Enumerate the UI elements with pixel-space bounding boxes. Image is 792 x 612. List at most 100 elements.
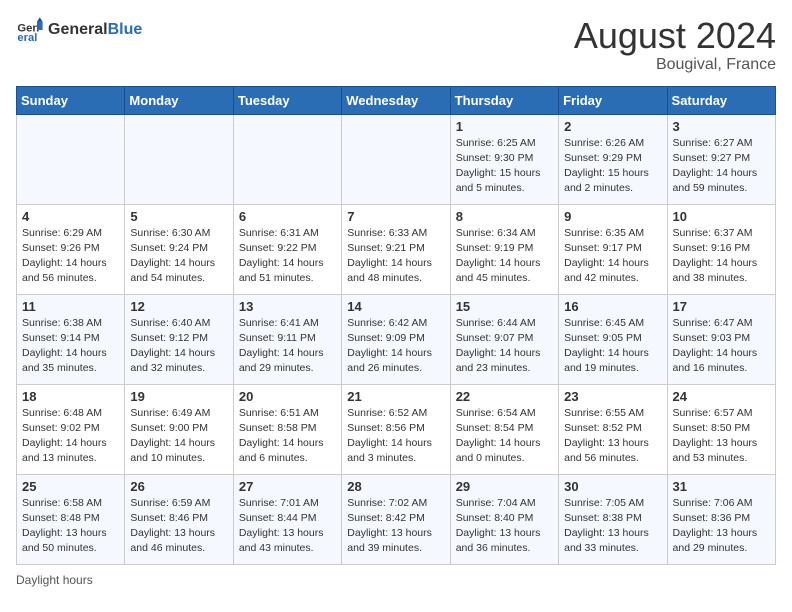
day-number: 4	[22, 209, 119, 224]
header-tuesday: Tuesday	[233, 86, 341, 114]
header-friday: Friday	[559, 86, 667, 114]
day-number: 21	[347, 389, 444, 404]
day-number: 14	[347, 299, 444, 314]
footer-note: Daylight hours	[16, 573, 776, 587]
day-number: 12	[130, 299, 227, 314]
calendar-cell: 21 Sunrise: 6:52 AM Sunset: 8:56 PM Dayli…	[342, 384, 450, 474]
day-number: 13	[239, 299, 336, 314]
logo-general: General	[48, 21, 108, 38]
day-info: Sunrise: 6:54 AM Sunset: 8:54 PM Dayligh…	[456, 406, 553, 467]
calendar-cell: 2 Sunrise: 6:26 AM Sunset: 9:29 PM Daylig…	[559, 114, 667, 204]
day-info: Sunrise: 6:40 AM Sunset: 9:12 PM Dayligh…	[130, 316, 227, 377]
day-info: Sunrise: 6:49 AM Sunset: 9:00 PM Dayligh…	[130, 406, 227, 467]
day-info: Sunrise: 6:27 AM Sunset: 9:27 PM Dayligh…	[673, 136, 770, 197]
day-info: Sunrise: 6:45 AM Sunset: 9:05 PM Dayligh…	[564, 316, 661, 377]
logo-blue: Blue	[108, 21, 143, 38]
day-number: 5	[130, 209, 227, 224]
header-wednesday: Wednesday	[342, 86, 450, 114]
calendar-cell: 29 Sunrise: 7:04 AM Sunset: 8:40 PM Dayli…	[450, 474, 558, 564]
title-area: August 2024 Bougival, France	[574, 16, 776, 74]
day-info: Sunrise: 6:35 AM Sunset: 9:17 PM Dayligh…	[564, 226, 661, 287]
day-number: 20	[239, 389, 336, 404]
day-info: Sunrise: 6:29 AM Sunset: 9:26 PM Dayligh…	[22, 226, 119, 287]
calendar-cell	[17, 114, 125, 204]
calendar-cell: 7Sunrise: 6:33 AM Sunset: 9:21 PM Daylig…	[342, 204, 450, 294]
day-info: Sunrise: 6:59 AM Sunset: 8:46 PM Dayligh…	[130, 496, 227, 557]
day-info: Sunrise: 6:44 AM Sunset: 9:07 PM Dayligh…	[456, 316, 553, 377]
logo: Gen eral GeneralBlue	[16, 16, 142, 44]
day-number: 18	[22, 389, 119, 404]
calendar-cell: 12 Sunrise: 6:40 AM Sunset: 9:12 PM Dayli…	[125, 294, 233, 384]
day-info: Sunrise: 6:25 AM Sunset: 9:30 PM Dayligh…	[456, 136, 553, 197]
calendar-cell: 31 Sunrise: 7:06 AM Sunset: 8:36 PM Dayli…	[667, 474, 775, 564]
header-saturday: Saturday	[667, 86, 775, 114]
day-info: Sunrise: 6:38 AM Sunset: 9:14 PM Dayligh…	[22, 316, 119, 377]
calendar-cell: 14 Sunrise: 6:42 AM Sunset: 9:09 PM Dayli…	[342, 294, 450, 384]
daylight-label: Daylight hours	[16, 573, 93, 587]
day-info: Sunrise: 6:26 AM Sunset: 9:29 PM Dayligh…	[564, 136, 661, 197]
day-number: 6	[239, 209, 336, 224]
calendar-cell: 16 Sunrise: 6:45 AM Sunset: 9:05 PM Dayli…	[559, 294, 667, 384]
day-info: Sunrise: 6:37 AM Sunset: 9:16 PM Dayligh…	[673, 226, 770, 287]
calendar-cell: 13 Sunrise: 6:41 AM Sunset: 9:11 PM Dayli…	[233, 294, 341, 384]
subtitle: Bougival, France	[574, 56, 776, 74]
day-info: Sunrise: 6:48 AM Sunset: 9:02 PM Dayligh…	[22, 406, 119, 467]
calendar-cell: 10 Sunrise: 6:37 AM Sunset: 9:16 PM Dayli…	[667, 204, 775, 294]
day-number: 11	[22, 299, 119, 314]
day-info: Sunrise: 6:30 AM Sunset: 9:24 PM Dayligh…	[130, 226, 227, 287]
logo-icon: Gen eral	[16, 16, 44, 44]
calendar-cell: 17Sunrise: 6:47 AM Sunset: 9:03 PM Dayli…	[667, 294, 775, 384]
calendar-cell: 23 Sunrise: 6:55 AM Sunset: 8:52 PM Dayli…	[559, 384, 667, 474]
header: Gen eral GeneralBlue August 2024 Bougiva…	[16, 16, 776, 74]
day-number: 1	[456, 119, 553, 134]
calendar-cell: 20 Sunrise: 6:51 AM Sunset: 8:58 PM Dayli…	[233, 384, 341, 474]
day-info: Sunrise: 6:55 AM Sunset: 8:52 PM Dayligh…	[564, 406, 661, 467]
calendar-cell: 26 Sunrise: 6:59 AM Sunset: 8:46 PM Dayli…	[125, 474, 233, 564]
calendar-header: Sunday Monday Tuesday Wednesday Thursday…	[17, 86, 776, 114]
logo-text: GeneralBlue	[48, 22, 142, 38]
day-number: 31	[673, 479, 770, 494]
day-info: Sunrise: 7:01 AM Sunset: 8:44 PM Dayligh…	[239, 496, 336, 557]
day-number: 15	[456, 299, 553, 314]
day-number: 27	[239, 479, 336, 494]
day-info: Sunrise: 6:52 AM Sunset: 8:56 PM Dayligh…	[347, 406, 444, 467]
day-info: Sunrise: 7:04 AM Sunset: 8:40 PM Dayligh…	[456, 496, 553, 557]
day-number: 16	[564, 299, 661, 314]
day-info: Sunrise: 7:06 AM Sunset: 8:36 PM Dayligh…	[673, 496, 770, 557]
day-info: Sunrise: 7:05 AM Sunset: 8:38 PM Dayligh…	[564, 496, 661, 557]
day-info: Sunrise: 6:34 AM Sunset: 9:19 PM Dayligh…	[456, 226, 553, 287]
day-number: 29	[456, 479, 553, 494]
calendar-body: 1 Sunrise: 6:25 AM Sunset: 9:30 PM Daylig…	[17, 114, 776, 564]
day-info: Sunrise: 6:57 AM Sunset: 8:50 PM Dayligh…	[673, 406, 770, 467]
calendar-cell: 1 Sunrise: 6:25 AM Sunset: 9:30 PM Daylig…	[450, 114, 558, 204]
day-number: 9	[564, 209, 661, 224]
calendar-cell: 25 Sunrise: 6:58 AM Sunset: 8:48 PM Dayli…	[17, 474, 125, 564]
day-number: 2	[564, 119, 661, 134]
calendar-cell: 3Sunrise: 6:27 AM Sunset: 9:27 PM Daylig…	[667, 114, 775, 204]
calendar-cell: 5 Sunrise: 6:30 AM Sunset: 9:24 PM Daylig…	[125, 204, 233, 294]
day-number: 17	[673, 299, 770, 314]
calendar-cell	[233, 114, 341, 204]
calendar-cell: 19 Sunrise: 6:49 AM Sunset: 9:00 PM Dayli…	[125, 384, 233, 474]
day-info: Sunrise: 6:33 AM Sunset: 9:21 PM Dayligh…	[347, 226, 444, 287]
day-number: 25	[22, 479, 119, 494]
header-sunday: Sunday	[17, 86, 125, 114]
day-number: 26	[130, 479, 227, 494]
day-number: 10	[673, 209, 770, 224]
day-info: Sunrise: 6:58 AM Sunset: 8:48 PM Dayligh…	[22, 496, 119, 557]
day-number: 19	[130, 389, 227, 404]
day-info: Sunrise: 6:41 AM Sunset: 9:11 PM Dayligh…	[239, 316, 336, 377]
day-info: Sunrise: 6:51 AM Sunset: 8:58 PM Dayligh…	[239, 406, 336, 467]
day-number: 22	[456, 389, 553, 404]
day-info: Sunrise: 6:42 AM Sunset: 9:09 PM Dayligh…	[347, 316, 444, 377]
calendar-table: Sunday Monday Tuesday Wednesday Thursday…	[16, 86, 776, 565]
calendar-cell: 6Sunrise: 6:31 AM Sunset: 9:22 PM Daylig…	[233, 204, 341, 294]
calendar-cell	[342, 114, 450, 204]
day-number: 8	[456, 209, 553, 224]
calendar-cell: 8 Sunrise: 6:34 AM Sunset: 9:19 PM Daylig…	[450, 204, 558, 294]
calendar-cell: 28Sunrise: 7:02 AM Sunset: 8:42 PM Dayli…	[342, 474, 450, 564]
calendar-cell: 27 Sunrise: 7:01 AM Sunset: 8:44 PM Dayli…	[233, 474, 341, 564]
day-number: 23	[564, 389, 661, 404]
calendar-cell: 18 Sunrise: 6:48 AM Sunset: 9:02 PM Dayli…	[17, 384, 125, 474]
header-thursday: Thursday	[450, 86, 558, 114]
